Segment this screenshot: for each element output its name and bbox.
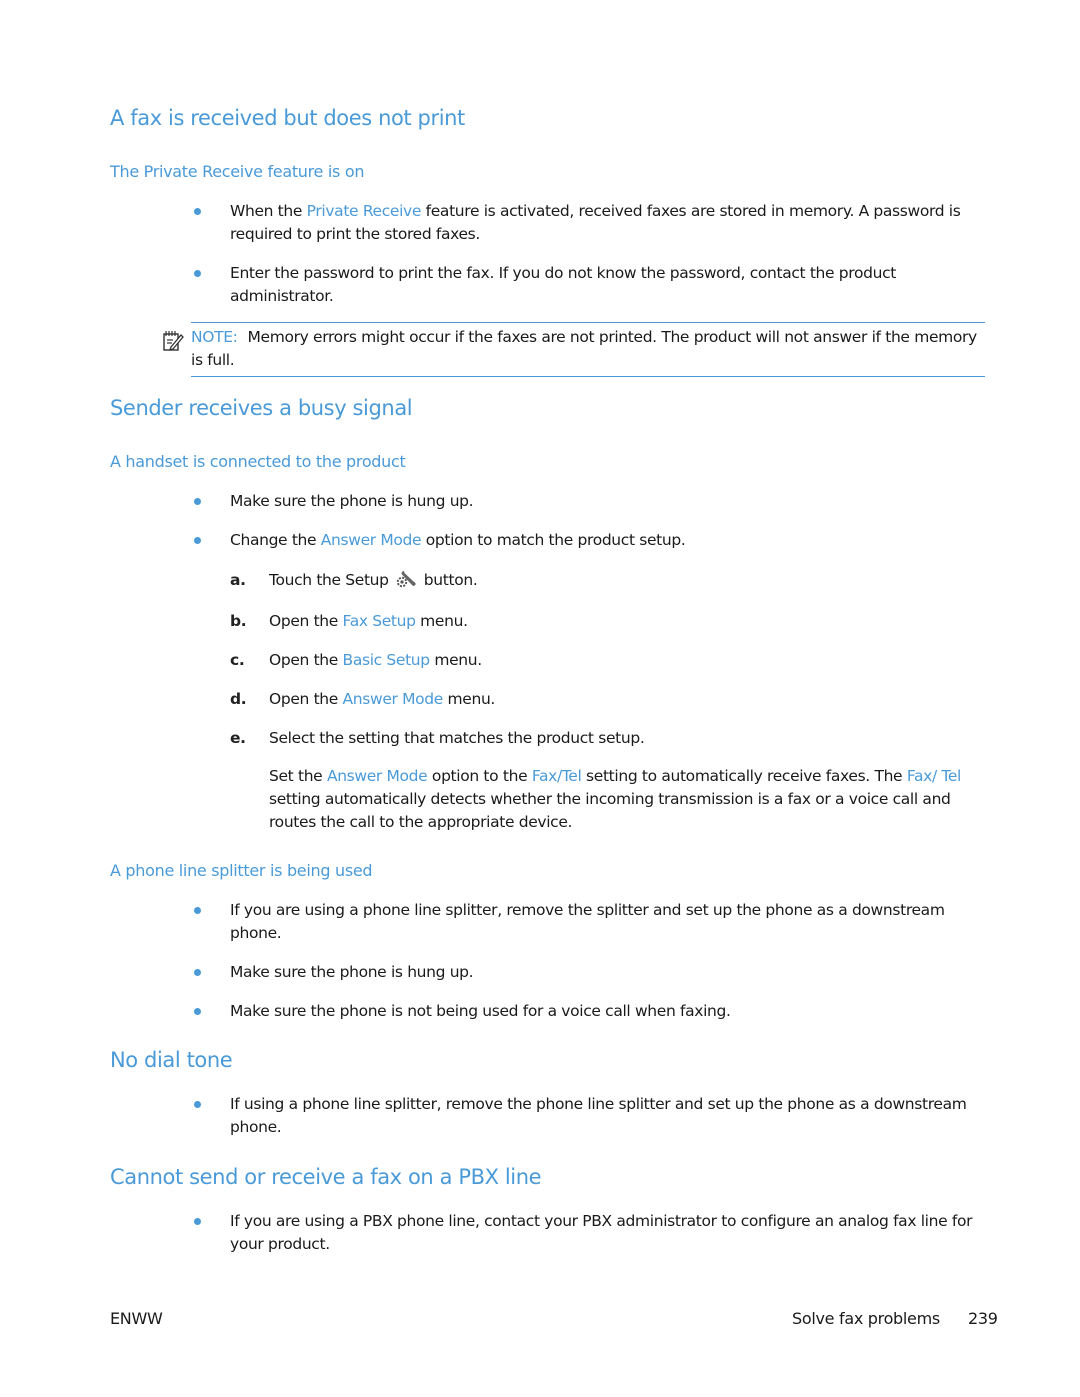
subsection-heading-private-receive: The Private Receive feature is on bbox=[110, 162, 365, 181]
step-detail-text: Set the Answer Mode option to the Fax/Te… bbox=[269, 765, 980, 834]
list-item: Make sure the phone is hung up. bbox=[194, 490, 984, 513]
text-segment: menu. bbox=[442, 690, 496, 708]
text-segment: Open the bbox=[269, 612, 343, 630]
text-segment: Open the bbox=[269, 651, 343, 669]
note-label: NOTE: bbox=[191, 328, 238, 346]
bullet-icon bbox=[194, 1101, 201, 1108]
list-item-text: Make sure the phone is not being used fo… bbox=[230, 1002, 731, 1020]
step-label: d. bbox=[230, 690, 247, 708]
ui-term-answer-mode: Answer Mode bbox=[342, 690, 444, 708]
footer-section-title: Solve fax problems bbox=[792, 1309, 940, 1328]
step-item: b. Open the Fax Setup menu. bbox=[230, 610, 980, 633]
text-segment: Open the bbox=[269, 690, 343, 708]
step-label: c. bbox=[230, 651, 245, 669]
list-item-text: If using a phone line splitter, remove t… bbox=[230, 1095, 967, 1136]
text-segment: option to the bbox=[427, 767, 532, 785]
list-item: Change the Answer Mode option to match t… bbox=[194, 529, 984, 552]
text-segment: option to match the product setup. bbox=[421, 531, 686, 549]
bullet-icon bbox=[194, 270, 201, 277]
list-item: Make sure the phone is hung up. bbox=[194, 961, 984, 984]
text-segment: setting automatically detects whether th… bbox=[269, 790, 951, 831]
list-item-text: Enter the password to print the fax. If … bbox=[230, 264, 896, 305]
list-item-text: If you are using a PBX phone line, conta… bbox=[230, 1212, 973, 1253]
list-item-text: Make sure the phone is hung up. bbox=[230, 492, 474, 510]
step-item: c. Open the Basic Setup menu. bbox=[230, 649, 980, 672]
section-heading-pbx-line: Cannot send or receive a fax on a PBX li… bbox=[110, 1165, 542, 1189]
step-detail: Set the Answer Mode option to the Fax/Te… bbox=[230, 765, 980, 834]
ui-term-private-receive: Private Receive bbox=[306, 202, 422, 220]
bullet-icon bbox=[194, 498, 201, 505]
note-box: NOTE: Memory errors might occur if the fa… bbox=[163, 322, 985, 377]
section-heading-fax-not-print: A fax is received but does not print bbox=[110, 106, 465, 130]
section-heading-busy-signal: Sender receives a busy signal bbox=[110, 396, 413, 420]
list-item: If using a phone line splitter, remove t… bbox=[194, 1093, 984, 1139]
step-label: b. bbox=[230, 612, 247, 630]
step-item: a. Touch the Setup button. bbox=[230, 569, 980, 592]
text-segment: menu. bbox=[415, 612, 468, 630]
bullet-icon bbox=[194, 208, 201, 215]
footer-left-label: ENWW bbox=[110, 1309, 163, 1328]
ui-term-fax-tel: Fax/ Tel bbox=[906, 767, 962, 785]
list-item: If you are using a PBX phone line, conta… bbox=[194, 1210, 984, 1256]
list-item: If you are using a phone line splitter, … bbox=[194, 899, 984, 945]
bullet-icon bbox=[194, 1008, 201, 1015]
page-number: 239 bbox=[968, 1309, 998, 1328]
text-segment: Change the bbox=[230, 531, 321, 549]
step-text: Select the setting that matches the prod… bbox=[269, 729, 645, 747]
step-text: Open the Answer Mode menu. bbox=[269, 688, 980, 711]
ui-term-fax-setup: Fax Setup bbox=[342, 612, 416, 630]
bullet-icon bbox=[194, 1218, 201, 1225]
step-text: Open the Basic Setup menu. bbox=[269, 649, 980, 672]
ui-term-answer-mode: Answer Mode bbox=[326, 767, 428, 785]
step-text: Touch the Setup button. bbox=[269, 569, 980, 592]
ui-term-fax-tel: Fax/Tel bbox=[531, 767, 582, 785]
ui-term-answer-mode: Answer Mode bbox=[320, 531, 422, 549]
list-item: When the Private Receive feature is acti… bbox=[194, 200, 984, 246]
step-item: e. Select the setting that matches the p… bbox=[230, 727, 980, 750]
list-item: Make sure the phone is not being used fo… bbox=[194, 1000, 984, 1023]
text-segment: button. bbox=[419, 571, 478, 589]
list-item: Enter the password to print the fax. If … bbox=[194, 262, 984, 308]
note-pencil-icon bbox=[163, 331, 184, 352]
step-item: d. Open the Answer Mode menu. bbox=[230, 688, 980, 711]
section-heading-no-dial-tone: No dial tone bbox=[110, 1048, 233, 1072]
text-segment: Set the bbox=[269, 767, 327, 785]
subsection-heading-handset: A handset is connected to the product bbox=[110, 452, 406, 471]
list-item-text: If you are using a phone line splitter, … bbox=[230, 901, 945, 942]
bullet-icon bbox=[194, 537, 201, 544]
text-segment: When the bbox=[230, 202, 307, 220]
note-text: Memory errors might occur if the faxes a… bbox=[191, 328, 977, 369]
list-item-text: Change the Answer Mode option to match t… bbox=[230, 529, 984, 552]
text-segment: setting to automatically receive faxes. … bbox=[581, 767, 907, 785]
subsection-heading-splitter: A phone line splitter is being used bbox=[110, 861, 373, 880]
step-label: e. bbox=[230, 729, 246, 747]
text-segment: menu. bbox=[429, 651, 482, 669]
text-segment: Touch the Setup bbox=[269, 571, 394, 589]
bullet-icon bbox=[194, 969, 201, 976]
step-text: Open the Fax Setup menu. bbox=[269, 610, 980, 633]
list-item-text: Make sure the phone is hung up. bbox=[230, 963, 474, 981]
step-label: a. bbox=[230, 571, 246, 589]
setup-wrench-gear-icon bbox=[397, 571, 416, 588]
ui-term-basic-setup: Basic Setup bbox=[342, 651, 431, 669]
bullet-icon bbox=[194, 907, 201, 914]
list-item-text: When the Private Receive feature is acti… bbox=[230, 200, 984, 246]
